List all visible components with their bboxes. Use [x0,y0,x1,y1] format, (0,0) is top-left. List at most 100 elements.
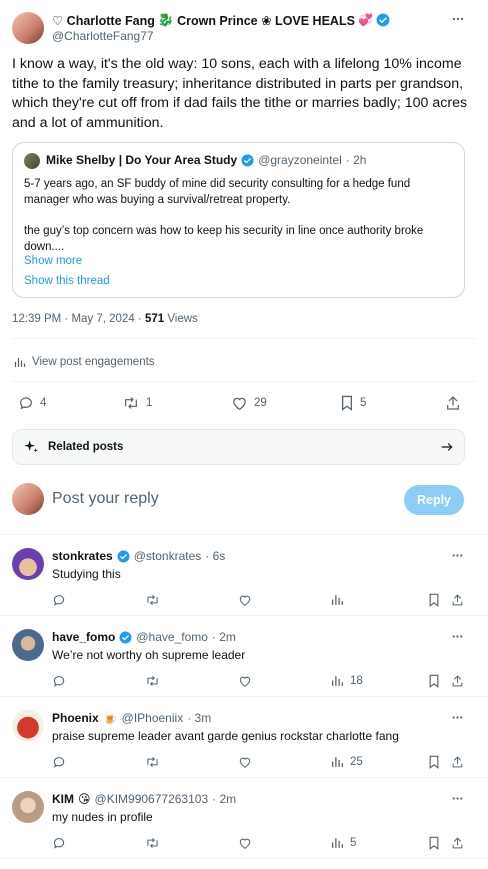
reply-avatar[interactable] [12,791,44,823]
reply-time: · 3m [187,711,212,725]
reply-views-count: 18 [350,674,363,687]
reply-author-name[interactable]: have_fomo [52,630,115,644]
repost-count: 1 [146,397,153,409]
reply-header: stonkrates @stonkrates · 6s [52,549,225,563]
show-more-link[interactable]: Show more [24,255,82,267]
hearts-emoji-icon: 💞 [357,13,373,27]
author-avatar[interactable] [12,12,44,44]
like-button[interactable]: 29 [231,395,267,411]
reply-action-reply-icon[interactable] [52,593,66,607]
reply-action-reply-icon[interactable] [52,836,66,850]
reply-header: Phoenix 🍺 @IPhoeniix · 3m [52,711,211,725]
reply-action-views[interactable]: 25 [331,755,363,768]
reply-submit-button[interactable]: Reply [404,485,464,515]
reply-more-icon[interactable] [451,549,464,562]
reply-action-bookmark-icon[interactable] [428,755,440,769]
reply-more-icon[interactable] [451,711,464,724]
reply-avatar[interactable] [12,710,44,742]
reply-action-bookmark-icon[interactable] [428,593,440,607]
analytics-icon [331,836,344,849]
reply-item[interactable]: KIM 😘 @KIM990677263103 · 2m my nudes in … [0,778,488,858]
reply-action-bookmark-icon[interactable] [428,674,440,688]
reply-author-handle[interactable]: @have_fomo [136,630,208,644]
author-handle[interactable]: @CharlotteFang77 [52,29,154,43]
reply-more-icon[interactable] [451,792,464,805]
reply-action-like-icon[interactable] [238,674,252,688]
reply-composer-input[interactable]: Post your reply [52,490,159,508]
analytics-icon [331,674,344,687]
reply-action-share-icon[interactable] [451,755,464,769]
quote-text-2: the guy’s top concern was how to keep hi… [24,225,424,253]
reply-action-share-icon[interactable] [451,674,464,688]
reply-action-views[interactable]: 5 [331,836,356,849]
quoted-post-card[interactable]: Mike Shelby | Do Your Area Study @grayzo… [12,142,465,298]
reply-action-like-icon[interactable] [238,836,252,850]
reply-header: have_fomo @have_fomo · 2m [52,630,236,644]
verified-badge-icon [119,631,132,644]
reply-item[interactable]: have_fomo @have_fomo · 2m We’re not wort… [0,616,488,696]
view-engagements-link[interactable]: View post engagements [14,356,155,368]
reply-author-name[interactable]: KIM [52,792,74,806]
share-icon [445,395,461,411]
post-timestamp-row: 12:39 PM · May 7, 2024 · 571 Views [12,313,198,325]
reply-action-reply-icon[interactable] [52,755,66,769]
reply-time: · 6s [205,549,226,563]
reply-action-views[interactable] [331,593,350,606]
current-user-avatar[interactable] [12,483,44,515]
reply-time: · 2m [211,630,236,644]
reply-action-repost-icon[interactable] [145,836,160,850]
beer-emoji-icon: 🍺 [102,711,118,725]
reply-author-name[interactable]: Phoenix [52,711,99,725]
reply-action-views[interactable]: 18 [331,674,363,687]
reply-item[interactable]: stonkrates @stonkrates · 6s Studying thi… [0,535,488,615]
share-button[interactable] [445,395,461,411]
kiss-emoji-icon: 😘 [78,792,91,806]
quote-author-handle: @grayzoneintel [258,153,342,167]
reply-action-like-icon[interactable] [238,593,252,607]
reply-action-reply-icon[interactable] [52,674,66,688]
reply-author-handle[interactable]: @KIM990677263103 [95,792,209,806]
snake-emoji-icon: 🐉 [157,12,175,27]
reply-action-share-icon[interactable] [451,836,464,850]
reply-author-name[interactable]: stonkrates [52,549,113,563]
views-count: 571 [144,313,165,325]
reply-text: praise supreme leader avant garde genius… [52,729,399,743]
reply-text: my nudes in profile [52,810,153,824]
reply-text: Studying this [52,567,121,581]
reply-author-handle[interactable]: @IPhoeniix [122,711,184,725]
reply-action-repost-icon[interactable] [145,674,160,688]
arrow-right-icon [440,440,454,454]
reply-icon [18,395,34,411]
quote-time: · 2h [345,153,367,167]
reply-action-repost-icon[interactable] [145,755,160,769]
repost-icon [122,395,140,411]
reply-avatar[interactable] [12,629,44,661]
post-text: I know a way, it's the old way: 10 sons,… [12,56,468,131]
bookmark-button[interactable]: 5 [340,395,366,411]
reply-author-handle[interactable]: @stonkrates [134,549,202,563]
post-timestamp: 12:39 PM · May 7, 2024 · [12,313,145,325]
reply-action-repost-icon[interactable] [145,593,160,607]
bookmark-count: 5 [360,397,367,409]
more-options-icon[interactable] [451,12,465,26]
repost-button[interactable]: 1 [122,395,152,411]
author-name-row[interactable]: ♡ Charlotte Fang 🐉 Crown Prince ❀ LOVE H… [52,12,390,28]
reply-more-icon[interactable] [451,630,464,643]
reply-views-count: 5 [350,836,357,849]
view-engagements-label: View post engagements [32,356,155,368]
views-label: Views [164,313,198,325]
reply-action-like-icon[interactable] [238,755,252,769]
verified-badge-icon [117,550,130,563]
reply-button[interactable]: 4 [18,395,46,411]
show-thread-link[interactable]: Show this thread [24,275,110,287]
verified-badge-icon [241,154,254,167]
reply-action-bookmark-icon[interactable] [428,836,440,850]
reply-avatar[interactable] [12,548,44,580]
sparkle-icon [23,439,39,455]
reply-item[interactable]: Phoenix 🍺 @IPhoeniix · 3m praise supreme… [0,697,488,777]
related-posts-button[interactable]: Related posts [12,429,465,465]
author-name-tail: Crown Prince ❀ LOVE HEALS [177,13,355,28]
reply-count: 4 [40,397,47,409]
reply-action-share-icon[interactable] [451,593,464,607]
author-name: ♡ Charlotte Fang [52,13,155,28]
